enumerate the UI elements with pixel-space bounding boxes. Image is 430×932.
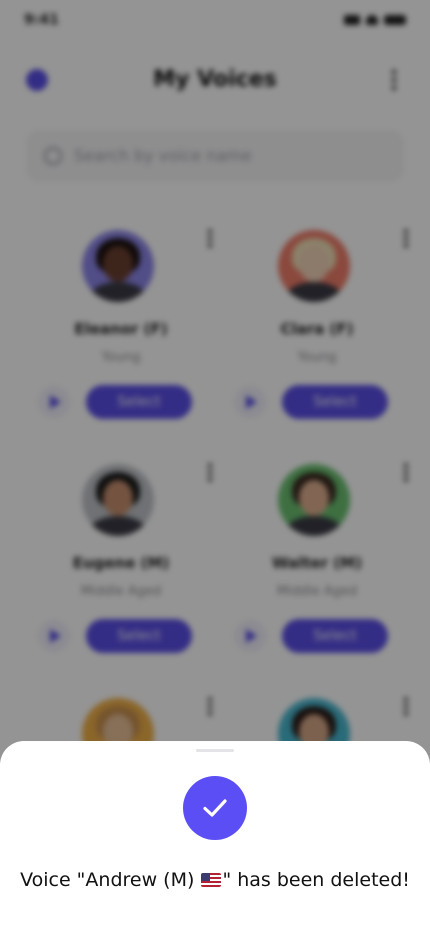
deleted-message: Voice "Andrew (M) " has been deleted! [0,869,430,891]
message-text-after: " has been deleted! [222,869,410,891]
message-text-before: Voice "Andrew (M) [20,869,201,891]
checkmark-icon [203,799,227,817]
sheet-handle[interactable] [196,749,234,752]
bottom-sheet: Voice "Andrew (M) " has been deleted! [0,741,430,932]
success-badge [183,776,247,840]
us-flag-icon [201,873,222,887]
